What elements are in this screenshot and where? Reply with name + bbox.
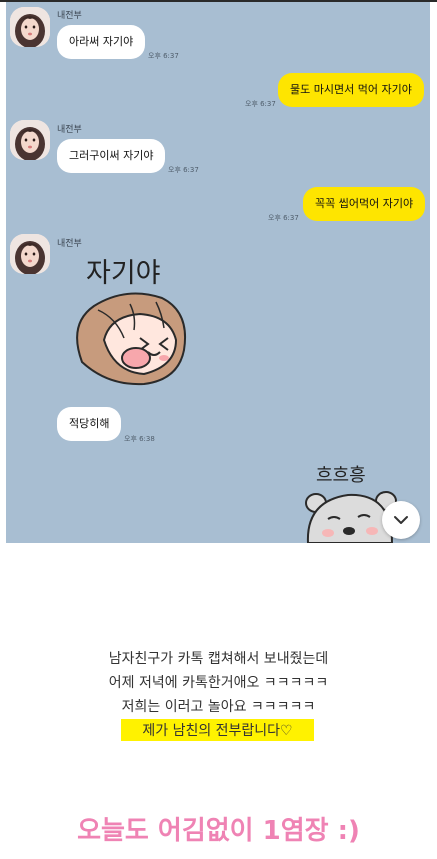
- message-bubble[interactable]: 아라써 자기야: [57, 25, 146, 59]
- chat-screenshot: 내전부 아라써 자기야 오후 6:37 물도 마시면서 먹어 자기야 오후 6:…: [6, 2, 430, 543]
- avatar[interactable]: [10, 7, 50, 47]
- sender-name: 내전부: [57, 125, 82, 135]
- message-time: 오후 6:38: [124, 435, 155, 443]
- highlighted-caption: 제가 남친의 전부랍니다♡: [121, 719, 314, 741]
- avatar[interactable]: [10, 120, 50, 160]
- message-bubble[interactable]: 그러구이써 자기야: [57, 139, 166, 173]
- caption-line: 저희는 이러고 놀아요 ㅋㅋㅋㅋㅋ: [121, 699, 316, 715]
- avatar[interactable]: [10, 234, 50, 274]
- scroll-down-button[interactable]: [382, 501, 420, 539]
- profile-photo: [10, 7, 50, 47]
- my-message-bubble[interactable]: 물도 마시면서 먹어 자기야: [278, 73, 424, 107]
- profile-photo: [10, 120, 50, 160]
- sender-name: 내전부: [57, 11, 82, 21]
- headline: 오늘도 어김없이 1염장 :): [77, 816, 360, 846]
- message-time: 오후 6:37: [245, 100, 276, 108]
- caption-line: 남자친구가 카톡 캡쳐해서 보내줬는데: [108, 651, 329, 667]
- chevron-down-icon: [394, 516, 408, 524]
- message-time: 오후 6:37: [268, 214, 299, 222]
- message-time: 오후 6:37: [168, 166, 199, 174]
- sticker2-caption: 흐흐흥: [316, 465, 366, 486]
- sticker-girl[interactable]: 자기야: [64, 254, 194, 394]
- profile-photo: [10, 234, 50, 274]
- my-message-bubble[interactable]: 꼭꼭 씹어먹어 자기야: [303, 187, 426, 221]
- message-bubble[interactable]: 적당히해: [57, 407, 122, 441]
- sticker-girl-drawing: 자기야: [76, 258, 186, 386]
- highlight-text: 제가 남친의 전부랍니다♡: [142, 723, 293, 739]
- sender-name: 내전부: [57, 239, 82, 249]
- caption-line: 어제 저녁에 카톡한거애오 ㅋㅋㅋㅋㅋ: [108, 675, 329, 691]
- sticker-caption: 자기야: [86, 258, 161, 289]
- message-time: 오후 6:37: [148, 52, 179, 60]
